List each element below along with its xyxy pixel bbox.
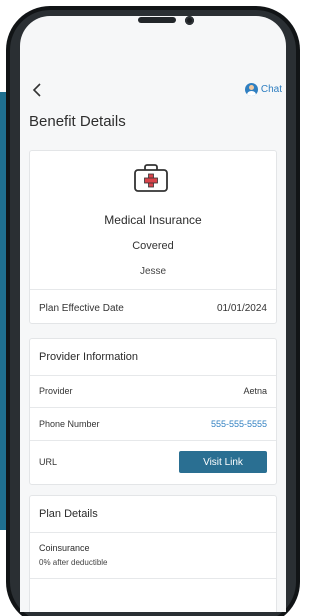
effective-date-value: 01/01/2024: [216, 303, 267, 314]
medical-briefcase-icon: [134, 164, 168, 192]
plan-details-heading: Plan Details: [39, 508, 98, 520]
url-label: URL: [39, 457, 58, 467]
divider: [30, 289, 276, 290]
divider: [30, 375, 276, 376]
plan-details-card: Plan Details Coinsurance 0% after deduct…: [29, 495, 277, 612]
chat-agent-icon: [244, 83, 258, 96]
phone-number-label: Phone Number: [39, 419, 100, 429]
divider: [30, 532, 276, 533]
provider-info-card: Provider Information Provider Aetna Phon…: [29, 338, 277, 485]
phone-speaker: [138, 17, 176, 23]
chevron-left-icon: [32, 83, 41, 97]
phone-screen: Chat Benefit Details Medical Insurance C…: [20, 16, 286, 612]
provider-value: Aetna: [243, 386, 267, 396]
benefit-name: Medical Insurance: [104, 213, 202, 227]
divider: [30, 440, 276, 441]
phone-number-link[interactable]: 555-555-5555: [211, 419, 267, 429]
provider-info-heading: Provider Information: [39, 351, 139, 363]
benefit-summary-card: Medical Insurance Covered Jesse Plan Eff…: [29, 150, 277, 324]
coinsurance-label: Coinsurance: [39, 543, 90, 553]
back-button[interactable]: [32, 82, 48, 100]
effective-date-label: Plan Effective Date: [39, 303, 124, 314]
page-title: Benefit Details: [29, 113, 126, 130]
provider-label: Provider: [39, 386, 73, 396]
divider: [30, 578, 276, 579]
member-name: Jesse: [139, 266, 167, 277]
chat-label: Chat: [260, 84, 282, 95]
app-stage: Chat Benefit Details Medical Insurance C…: [0, 0, 304, 616]
coverage-status: Covered: [132, 240, 174, 252]
coinsurance-value: 0% after deductible: [39, 558, 108, 567]
chat-button[interactable]: Chat: [244, 83, 282, 96]
divider: [30, 407, 276, 408]
visit-link-button[interactable]: Visit Link: [179, 451, 267, 473]
phone-camera: [185, 16, 194, 25]
